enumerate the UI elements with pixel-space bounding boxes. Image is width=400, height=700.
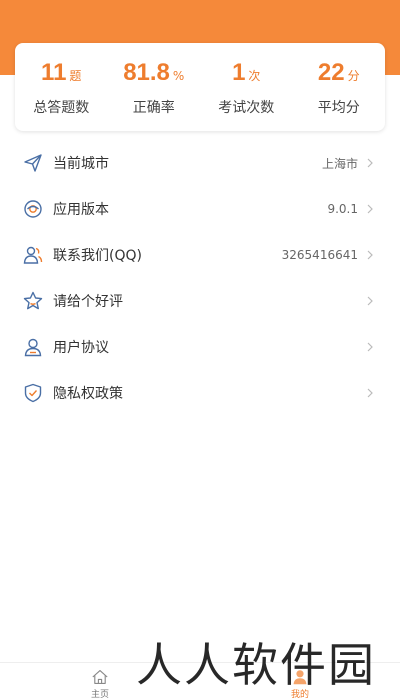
stats-card: 11 题 总答题数 81.8 % 正确率 1 次 考试次数 22 分 平均分 [15, 43, 385, 131]
menu-item-value: 9.0.1 [327, 202, 358, 216]
shield-check-icon [22, 382, 44, 404]
stat-label: 总答题数 [33, 100, 90, 116]
chevron-right-icon [367, 388, 373, 398]
stat-value: 1 [232, 59, 246, 86]
user-icon [22, 336, 44, 358]
menu-item-contact-us[interactable]: 联系我们(QQ) 3265416641 [0, 232, 400, 278]
chevron-right-icon [367, 296, 373, 306]
stat-label: 平均分 [317, 100, 360, 116]
chevron-right-icon [367, 250, 373, 260]
menu-item-value: 上海市 [321, 156, 358, 171]
stat-average-score: 22 分 平均分 [293, 43, 386, 131]
chevron-right-icon [367, 204, 373, 214]
menu-item-privacy-policy[interactable]: 隐私权政策 [0, 370, 400, 416]
menu-item-label: 应用版本 [53, 202, 109, 218]
menu-item-app-version[interactable]: 应用版本 9.0.1 [0, 186, 400, 232]
chevron-right-icon [367, 158, 373, 168]
menu-item-rate-us[interactable]: 请给个好评 [0, 278, 400, 324]
contacts-icon [22, 244, 44, 266]
star-icon [22, 290, 44, 312]
stat-unit: % [172, 69, 185, 83]
menu-item-label: 隐私权政策 [53, 386, 123, 402]
tab-label: 主页 [90, 690, 109, 700]
stat-label: 正确率 [132, 100, 175, 116]
menu-item-label: 用户协议 [53, 340, 109, 356]
stat-unit: 题 [69, 69, 82, 83]
stat-unit: 分 [347, 69, 360, 83]
stat-value: 11 [41, 59, 67, 86]
chevron-right-icon [367, 342, 373, 352]
menu-item-value: 3265416641 [281, 248, 358, 262]
stat-total-answered: 11 题 总答题数 [15, 43, 108, 131]
stat-unit: 次 [248, 69, 261, 83]
settings-menu: 当前城市 上海市 应用版本 9.0.1 联系我们(QQ) 3265416641 [0, 140, 400, 416]
watermark: 人人软件园 [136, 638, 376, 692]
stat-label: 考试次数 [218, 100, 275, 116]
menu-item-label: 联系我们(QQ) [53, 248, 142, 264]
menu-item-user-agreement[interactable]: 用户协议 [0, 324, 400, 370]
stat-value: 81.8 [123, 59, 170, 86]
version-icon [22, 198, 44, 220]
send-icon [22, 152, 44, 174]
menu-item-label: 请给个好评 [53, 294, 123, 310]
stat-value: 22 [317, 59, 345, 86]
stat-exam-count: 1 次 考试次数 [200, 43, 293, 131]
stat-accuracy: 81.8 % 正确率 [108, 43, 201, 131]
menu-item-label: 当前城市 [53, 156, 109, 172]
menu-item-current-city[interactable]: 当前城市 上海市 [0, 140, 400, 186]
home-icon [92, 670, 108, 684]
